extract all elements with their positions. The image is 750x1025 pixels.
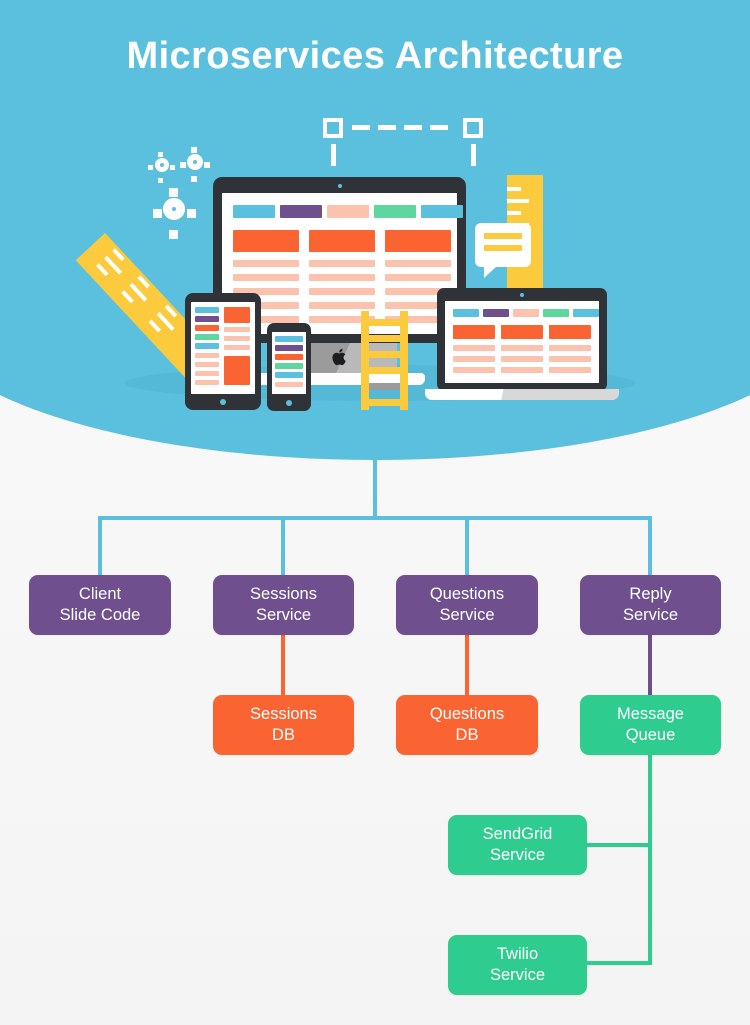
laptop-device [425, 288, 619, 400]
connector-root-stem [373, 457, 377, 519]
connector-reply-service-to-queue [648, 634, 652, 697]
connector-to-reply-service [648, 516, 652, 576]
node-line-2: Service [489, 966, 546, 984]
dash-node-right-icon [463, 118, 483, 138]
node-client-slide-code[interactable]: Client Slide Code [29, 575, 171, 635]
connector-queue-to-twilio [585, 961, 652, 965]
node-line-1: Reply [629, 584, 672, 603]
node-line-2: Slide Code [59, 606, 141, 624]
ladder-icon [361, 311, 408, 410]
node-sessions-service[interactable]: Sessions Service [213, 575, 354, 635]
node-sessions-db[interactable]: Sessions DB [213, 695, 354, 755]
header-banner: Microservices Architecture [0, 0, 750, 460]
apple-logo-icon [331, 348, 346, 366]
node-twilio-service[interactable]: Twilio Service [448, 935, 587, 995]
node-line-2: Service [489, 846, 546, 864]
node-line-2: DB [455, 726, 479, 744]
connector-horizontal-bus [100, 516, 650, 520]
node-line-2: Queue [625, 726, 676, 744]
node-line-2: Service [622, 606, 679, 624]
node-line-2: DB [272, 726, 295, 744]
node-questions-service[interactable]: Questions Service [396, 575, 538, 635]
tablet-device [185, 293, 261, 410]
connector-sessions-service-to-db [281, 634, 285, 697]
node-line-1: Message [617, 704, 684, 723]
node-line-1: Sessions [250, 584, 317, 603]
node-reply-service[interactable]: Reply Service [580, 575, 721, 635]
node-message-queue[interactable]: Message Queue [580, 695, 721, 755]
node-sendgrid-service[interactable]: SendGrid Service [448, 815, 587, 875]
infographic-canvas: Microservices Architecture Client Slide … [0, 0, 750, 1025]
smartphone-device [267, 323, 311, 411]
page-title: Microservices Architecture [126, 35, 624, 77]
responsive-devices-illustration [75, 118, 635, 411]
connector-queue-to-sendgrid [585, 843, 652, 847]
node-line-1: Questions [429, 704, 505, 723]
chat-bubble-icon [475, 223, 531, 278]
connector-to-client [98, 516, 102, 576]
node-line-1: Questions [429, 584, 505, 603]
node-questions-db[interactable]: Questions DB [396, 695, 538, 755]
dash-node-left-icon [323, 118, 343, 138]
node-line-2: Service [255, 606, 312, 624]
node-line-1: SendGrid [482, 824, 553, 843]
connector-to-questions-service [465, 516, 469, 576]
node-line-1: Client [78, 584, 122, 603]
connector-to-sessions-service [281, 516, 285, 576]
node-line-1: Twilio [496, 944, 539, 963]
node-line-2: Service [439, 606, 495, 624]
connector-questions-service-to-db [465, 634, 469, 697]
connector-queue-trunk [648, 754, 652, 965]
node-line-1: Sessions [250, 704, 317, 723]
dashed-connector-icon [323, 118, 483, 166]
